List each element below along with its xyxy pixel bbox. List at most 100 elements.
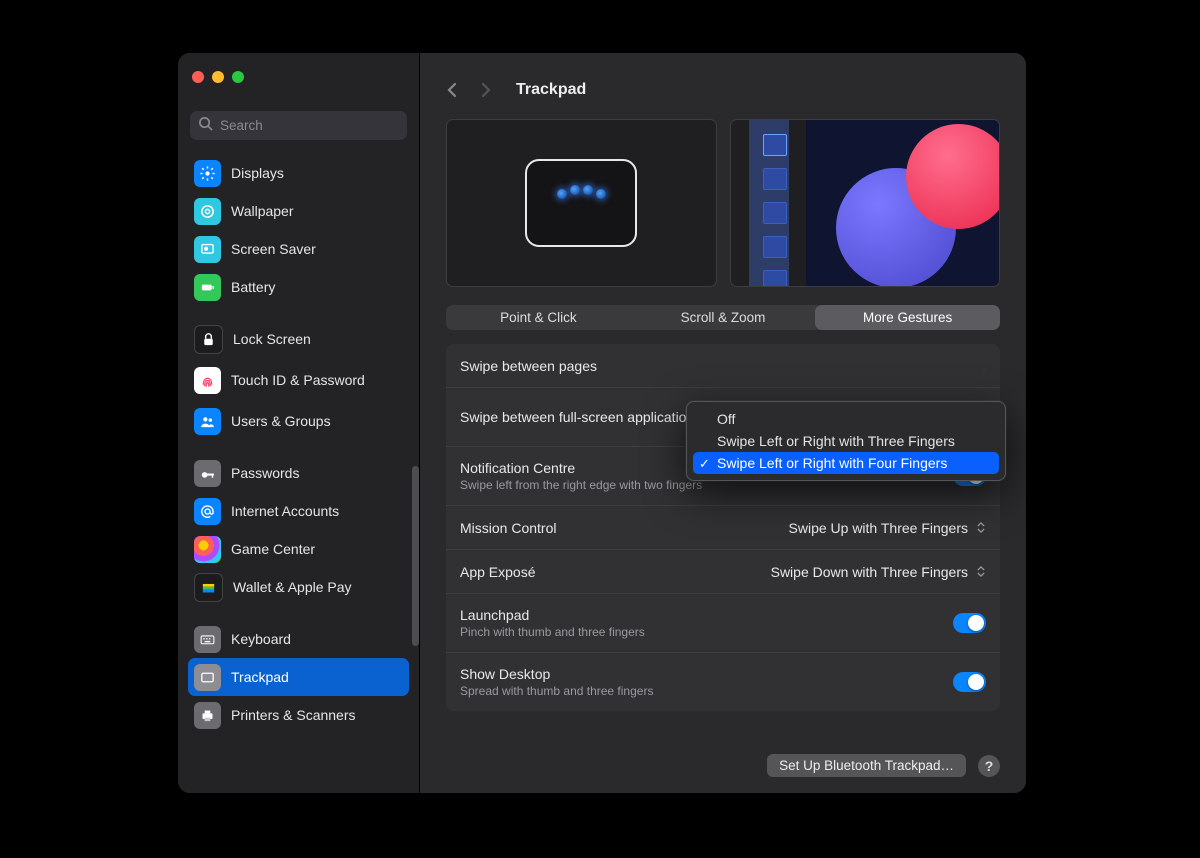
- keyboard-icon: [194, 626, 221, 653]
- row-subtitle: Pinch with thumb and three fingers: [460, 625, 645, 639]
- close-window-button[interactable]: [192, 71, 204, 83]
- sidebar-item-passwords[interactable]: Passwords: [188, 454, 409, 492]
- sidebar-item-label: Users & Groups: [231, 413, 331, 429]
- window-controls: [178, 53, 419, 101]
- row-title: Notification Centre: [460, 460, 702, 476]
- row-subtitle: Swipe left from the right edge with two …: [460, 478, 702, 492]
- sidebar-item-label: Trackpad: [231, 669, 289, 685]
- key-icon: [194, 460, 221, 487]
- sidebar-item-label: Displays: [231, 165, 284, 181]
- row-subtitle: Spread with thumb and three fingers: [460, 684, 653, 698]
- preview-row: [446, 119, 1000, 287]
- row-app-expose: App Exposé Swipe Down with Three Fingers: [446, 549, 1000, 593]
- fullscreen-window-button[interactable]: [232, 71, 244, 83]
- finger-dots-icon: [557, 189, 606, 199]
- sidebar-item-lock-screen[interactable]: Lock Screen: [188, 320, 409, 358]
- dropdown-option-off[interactable]: Off: [693, 408, 999, 430]
- sidebar-item-label: Passwords: [231, 465, 299, 481]
- content: Point & Click Scroll & Zoom More Gesture…: [420, 115, 1026, 793]
- trackpad-icon: [194, 664, 221, 691]
- sidebar-item-touchid[interactable]: Touch ID & Password: [188, 358, 409, 402]
- gamecenter-icon: [194, 536, 221, 563]
- trackpad-shape: [525, 159, 637, 247]
- settings-window: Displays Wallpaper Screen Saver: [178, 53, 1026, 793]
- select-value: Swipe Up with Three Fingers: [789, 520, 968, 536]
- sidebar-item-label: Wallet & Apple Pay: [233, 579, 352, 595]
- nav-back-button[interactable]: [442, 80, 462, 100]
- sidebar-item-label: Wallpaper: [231, 203, 294, 219]
- show-desktop-toggle[interactable]: [953, 672, 986, 692]
- row-title: Show Desktop: [460, 666, 653, 682]
- dropdown-option-four-fingers[interactable]: ✓ Swipe Left or Right with Four Fingers: [693, 452, 999, 474]
- setup-bluetooth-button[interactable]: Set Up Bluetooth Trackpad…: [767, 754, 966, 777]
- row-show-desktop: Show Desktop Spread with thumb and three…: [446, 652, 1000, 711]
- sidebar-item-wallpaper[interactable]: Wallpaper: [188, 192, 409, 230]
- tab-more-gestures[interactable]: More Gestures: [815, 305, 1000, 330]
- row-title: App Exposé: [460, 564, 536, 580]
- sidebar-item-printers[interactable]: Printers & Scanners: [188, 696, 409, 734]
- row-mission-control: Mission Control Swipe Up with Three Fing…: [446, 505, 1000, 549]
- trackpad-preview: [446, 119, 717, 287]
- sidebar-item-label: Touch ID & Password: [231, 372, 365, 388]
- displays-icon: [194, 160, 221, 187]
- sidebar-item-internet-accounts[interactable]: Internet Accounts: [188, 492, 409, 530]
- chevron-updown-icon: [976, 566, 986, 577]
- at-icon: [194, 498, 221, 525]
- page-title: Trackpad: [516, 81, 586, 99]
- printer-icon: [194, 702, 221, 729]
- users-icon: [194, 408, 221, 435]
- footer: Set Up Bluetooth Trackpad… ?: [767, 754, 1000, 777]
- row-title: Launchpad: [460, 607, 645, 623]
- sidebar-item-label: Internet Accounts: [231, 503, 339, 519]
- settings-list: Swipe between pages . Swipe between full…: [446, 344, 1000, 711]
- sidebar-item-label: Game Center: [231, 541, 315, 557]
- row-swipe-pages: Swipe between pages .: [446, 344, 1000, 387]
- chevron-updown-icon: [976, 522, 986, 533]
- row-launchpad: Launchpad Pinch with thumb and three fin…: [446, 593, 1000, 652]
- swipe-pages-select[interactable]: .: [982, 358, 986, 374]
- row-title: Swipe between full-screen applications: [460, 409, 701, 425]
- tab-scroll-zoom[interactable]: Scroll & Zoom: [631, 305, 816, 330]
- search-input[interactable]: [218, 117, 399, 134]
- sidebar-item-displays[interactable]: Displays: [188, 154, 409, 192]
- row-title: Mission Control: [460, 520, 556, 536]
- nav-forward-button[interactable]: [476, 80, 496, 100]
- app-expose-select[interactable]: Swipe Down with Three Fingers: [771, 564, 986, 580]
- sidebar-item-label: Battery: [231, 279, 275, 295]
- sidebar: Displays Wallpaper Screen Saver: [178, 53, 420, 793]
- sidebar-item-game-center[interactable]: Game Center: [188, 530, 409, 568]
- sidebar-item-label: Lock Screen: [233, 331, 311, 347]
- checkmark-icon: ✓: [699, 456, 710, 472]
- sidebar-item-trackpad[interactable]: Trackpad: [188, 658, 409, 696]
- row-title: Swipe between pages: [460, 358, 597, 374]
- tab-bar: Point & Click Scroll & Zoom More Gesture…: [446, 305, 1000, 330]
- desktop-preview: [730, 119, 1001, 287]
- main-pane: Trackpad: [420, 53, 1026, 793]
- dropdown-option-label: Swipe Left or Right with Four Fingers: [717, 455, 947, 471]
- search-field[interactable]: [190, 111, 407, 140]
- sidebar-list[interactable]: Displays Wallpaper Screen Saver: [178, 146, 419, 793]
- header: Trackpad: [420, 53, 1026, 115]
- swipe-fullscreen-dropdown: Off Swipe Left or Right with Three Finge…: [686, 401, 1006, 481]
- sidebar-item-label: Screen Saver: [231, 241, 316, 257]
- help-button[interactable]: ?: [978, 755, 1000, 777]
- mission-control-select[interactable]: Swipe Up with Three Fingers: [789, 520, 986, 536]
- sidebar-item-screen-saver[interactable]: Screen Saver: [188, 230, 409, 268]
- sidebar-item-wallet[interactable]: Wallet & Apple Pay: [188, 568, 409, 606]
- dropdown-option-three-fingers[interactable]: Swipe Left or Right with Three Fingers: [693, 430, 999, 452]
- screensaver-icon: [194, 236, 221, 263]
- sidebar-scrollbar[interactable]: [412, 466, 419, 646]
- sidebar-item-users-groups[interactable]: Users & Groups: [188, 402, 409, 440]
- tab-point-click[interactable]: Point & Click: [446, 305, 631, 330]
- sidebar-item-battery[interactable]: Battery: [188, 268, 409, 306]
- select-value: Swipe Down with Three Fingers: [771, 564, 968, 580]
- sidebar-item-keyboard[interactable]: Keyboard: [188, 620, 409, 658]
- lock-icon: [194, 325, 223, 354]
- wallpaper-icon: [194, 198, 221, 225]
- touchid-icon: [194, 367, 221, 394]
- search-icon: [198, 116, 218, 136]
- minimize-window-button[interactable]: [212, 71, 224, 83]
- launchpad-toggle[interactable]: [953, 613, 986, 633]
- sidebar-item-label: Keyboard: [231, 631, 291, 647]
- battery-icon: [194, 274, 221, 301]
